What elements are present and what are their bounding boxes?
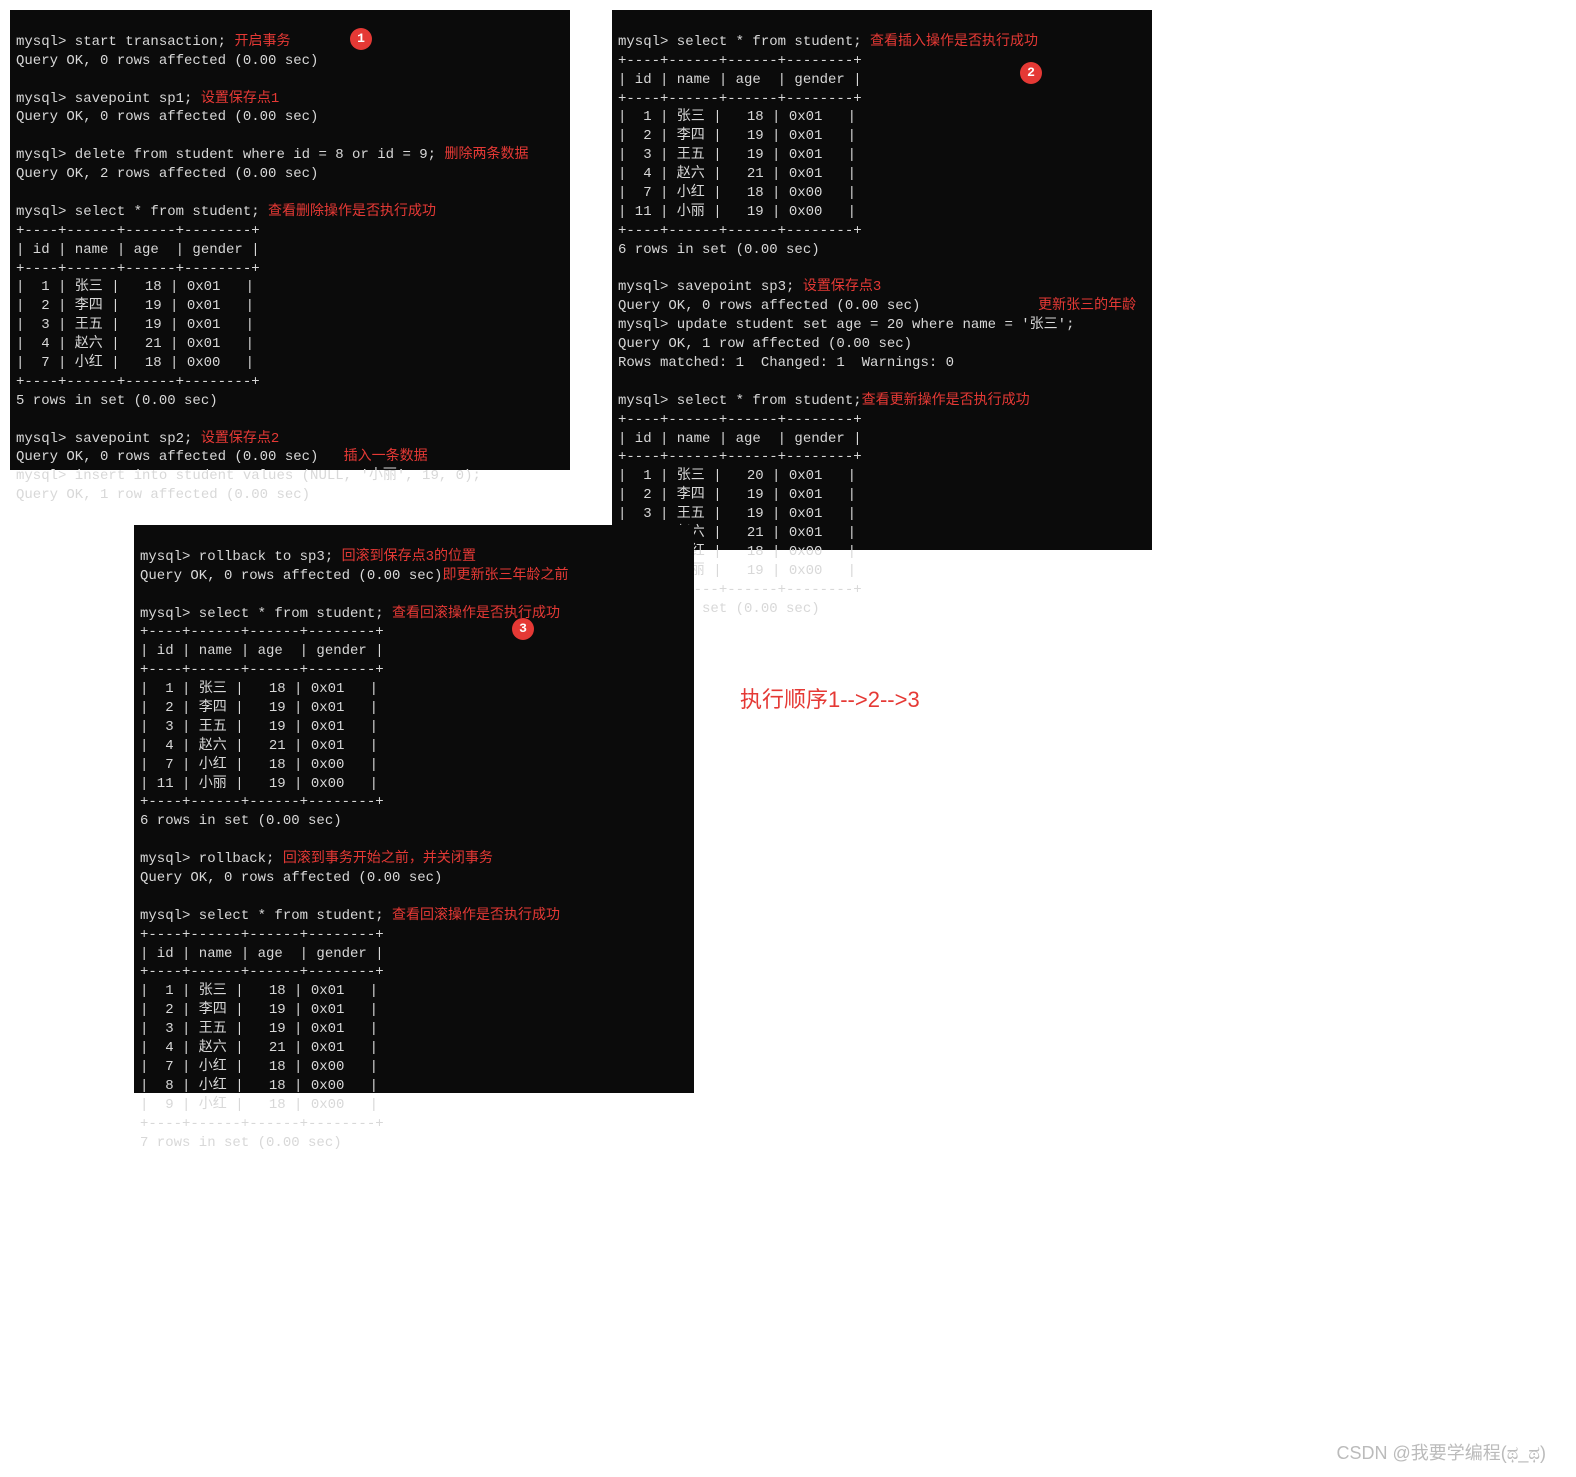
out: Query OK, 0 rows affected (0.00 sec) — [16, 53, 318, 69]
annot: 开启事务 — [226, 34, 290, 50]
trow: | 3 | 王五 | 19 | 0x01 | — [618, 506, 856, 522]
out: 5 rows in set (0.00 sec) — [16, 393, 218, 409]
execution-order-note: 执行顺序1-->2-->3 — [740, 682, 920, 714]
trow: | 4 | 赵六 | 21 | 0x01 | — [16, 336, 254, 352]
tborder: +----+------+------+--------+ — [140, 964, 384, 980]
annot: 查看插入操作是否执行成功 — [862, 34, 1038, 50]
thdr: | id | name | age | gender | — [16, 242, 260, 258]
out: Query OK, 2 rows affected (0.00 sec) — [16, 166, 318, 182]
annot: 查看删除操作是否执行成功 — [260, 204, 436, 220]
badge-2: 2 — [1020, 62, 1042, 84]
thdr: | id | name | age | gender | — [618, 72, 862, 88]
cmd: mysql> start transaction; — [16, 34, 226, 50]
terminal-panel-1: mysql> start transaction; 开启事务 Query OK,… — [10, 10, 570, 470]
trow: | 8 | 小红 | 18 | 0x00 | — [140, 1078, 378, 1094]
cmd: mysql> select * from student; — [140, 606, 384, 622]
out: 6 rows in set (0.00 sec) — [618, 242, 820, 258]
terminal-panel-3: mysql> rollback to sp3; 回滚到保存点3的位置 Query… — [134, 525, 694, 1093]
cmd: mysql> update student set age = 20 where… — [618, 317, 1074, 333]
cmd: mysql> savepoint sp3; — [618, 279, 794, 295]
thdr: | id | name | age | gender | — [140, 946, 384, 962]
trow: | 2 | 李四 | 19 | 0x01 | — [618, 487, 856, 503]
trow: | 1 | 张三 | 20 | 0x01 | — [618, 468, 856, 484]
out: Rows matched: 1 Changed: 1 Warnings: 0 — [618, 355, 954, 371]
annot: 设置保存点2 — [192, 431, 279, 447]
tborder: +----+------+------+--------+ — [140, 794, 384, 810]
annot: 删除两条数据 — [436, 147, 528, 163]
annot: 插入一条数据 — [318, 449, 427, 465]
tborder: +----+------+------+--------+ — [618, 91, 862, 107]
cmd: mysql> savepoint sp1; — [16, 91, 192, 107]
trow: | 7 | 小红 | 18 | 0x00 | — [140, 1059, 378, 1075]
trow: | 1 | 张三 | 18 | 0x01 | — [16, 279, 254, 295]
trow: | 2 | 李四 | 19 | 0x01 | — [140, 700, 378, 716]
thdr: | id | name | age | gender | — [140, 643, 384, 659]
out: 7 rows in set (0.00 sec) — [140, 1135, 342, 1151]
tborder: +----+------+------+--------+ — [16, 223, 260, 239]
badge-3: 3 — [512, 618, 534, 640]
tborder: +----+------+------+--------+ — [16, 261, 260, 277]
terminal-panel-2: mysql> select * from student; 查看插入操作是否执行… — [612, 10, 1152, 550]
out: Query OK, 1 row affected (0.00 sec) — [16, 487, 310, 503]
tborder: +----+------+------+--------+ — [140, 1116, 384, 1132]
out: Query OK, 0 rows affected (0.00 sec) — [618, 298, 920, 314]
out: Query OK, 0 rows affected (0.00 sec) — [16, 109, 318, 125]
cmd: mysql> select * from student; — [618, 393, 862, 409]
trow: | 3 | 王五 | 19 | 0x01 | — [618, 147, 856, 163]
tborder: +----+------+------+--------+ — [140, 624, 384, 640]
out: Query OK, 0 rows affected (0.00 sec) — [140, 870, 442, 886]
thdr: | id | name | age | gender | — [618, 431, 862, 447]
trow: | 4 | 赵六 | 21 | 0x01 | — [140, 1040, 378, 1056]
annot: 查看回滚操作是否执行成功 — [384, 908, 560, 924]
annot: 回滚到保存点3的位置 — [333, 549, 476, 565]
trow: | 7 | 小红 | 18 | 0x00 | — [16, 355, 254, 371]
trow: | 3 | 王五 | 19 | 0x01 | — [140, 719, 378, 735]
cmd: mysql> select * from student; — [140, 908, 384, 924]
out: Query OK, 0 rows affected (0.00 sec) — [140, 568, 442, 584]
tborder: +----+------+------+--------+ — [618, 412, 862, 428]
trow: | 11 | 小丽 | 19 | 0x00 | — [618, 204, 856, 220]
tborder: +----+------+------+--------+ — [618, 449, 862, 465]
trow: | 2 | 李四 | 19 | 0x01 | — [16, 298, 254, 314]
trow: | 4 | 赵六 | 21 | 0x01 | — [618, 166, 856, 182]
trow: | 7 | 小红 | 18 | 0x00 | — [618, 185, 856, 201]
annot: 即更新张三年龄之前 — [442, 568, 568, 584]
annot: 查看回滚操作是否执行成功 — [384, 606, 560, 622]
watermark: CSDN @我要学编程(ಥ_ಥ) — [1336, 1439, 1546, 1465]
cmd: mysql> select * from student; — [16, 204, 260, 220]
trow: | 7 | 小红 | 18 | 0x00 | — [140, 757, 378, 773]
cmd: mysql> delete from student where id = 8 … — [16, 147, 436, 163]
trow: | 2 | 李四 | 19 | 0x01 | — [140, 1002, 378, 1018]
annot: 设置保存点3 — [794, 279, 881, 295]
annot: 回滚到事务开始之前，并关闭事务 — [274, 851, 492, 867]
trow: | 4 | 赵六 | 21 | 0x01 | — [140, 738, 378, 754]
out: Query OK, 1 row affected (0.00 sec) — [618, 336, 912, 352]
annot: 查看更新操作是否执行成功 — [862, 393, 1030, 409]
cmd: mysql> rollback to sp3; — [140, 549, 333, 565]
trow: | 3 | 王五 | 19 | 0x01 | — [140, 1021, 378, 1037]
tborder: +----+------+------+--------+ — [618, 53, 862, 69]
annot: 设置保存点1 — [192, 91, 279, 107]
cmd: mysql> savepoint sp2; — [16, 431, 192, 447]
trow: | 9 | 小红 | 18 | 0x00 | — [140, 1097, 378, 1113]
trow: | 1 | 张三 | 18 | 0x01 | — [618, 109, 856, 125]
tborder: +----+------+------+--------+ — [140, 927, 384, 943]
trow: | 1 | 张三 | 18 | 0x01 | — [140, 681, 378, 697]
tborder: +----+------+------+--------+ — [618, 223, 862, 239]
out: Query OK, 0 rows affected (0.00 sec) — [16, 449, 318, 465]
trow: | 11 | 小丽 | 19 | 0x00 | — [140, 776, 378, 792]
out: 6 rows in set (0.00 sec) — [140, 813, 342, 829]
trow: | 3 | 王五 | 19 | 0x01 | — [16, 317, 254, 333]
tborder: +----+------+------+--------+ — [16, 374, 260, 390]
annot: 更新张三的年龄 — [920, 298, 1136, 314]
trow: | 2 | 李四 | 19 | 0x01 | — [618, 128, 856, 144]
badge-1: 1 — [350, 28, 372, 50]
cmd: mysql> insert into student values (NULL,… — [16, 468, 481, 484]
cmd: mysql> select * from student; — [618, 34, 862, 50]
cmd: mysql> rollback; — [140, 851, 274, 867]
tborder: +----+------+------+--------+ — [140, 662, 384, 678]
trow: | 1 | 张三 | 18 | 0x01 | — [140, 983, 378, 999]
